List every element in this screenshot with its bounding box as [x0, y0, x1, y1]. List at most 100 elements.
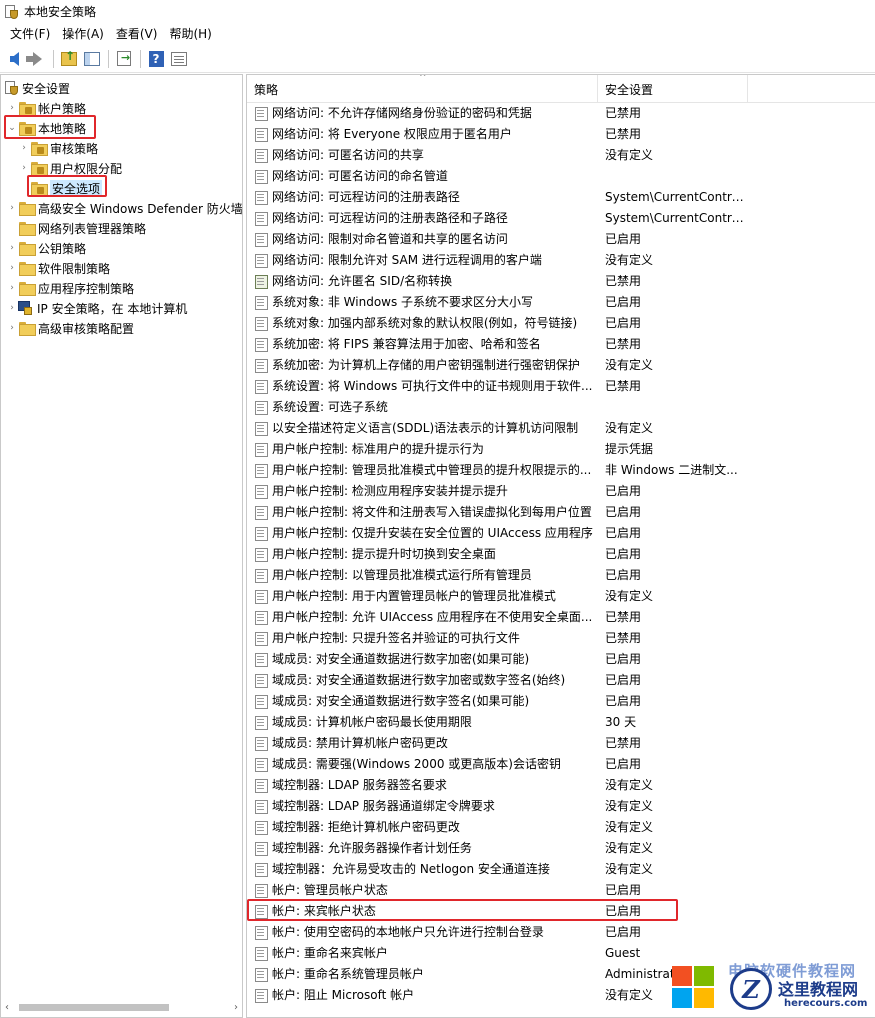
expand-arrow-icon[interactable]: ›	[19, 158, 29, 178]
table-row[interactable]: 网络访问: 可匿名访问的命名管道	[247, 165, 875, 186]
tree-item-account-policies[interactable]: › 帐户策略	[7, 98, 86, 118]
menu-action[interactable]: 操作(A)	[56, 23, 110, 45]
column-header-policy[interactable]: ^ 策略	[247, 75, 598, 103]
tree-item-security-options[interactable]: 安全选项	[19, 178, 103, 198]
table-row[interactable]: 用户帐户控制: 提示提升时切换到安全桌面 已启用	[247, 543, 875, 564]
table-row[interactable]: 域控制器：允许易受攻击的 Netlogon 安全通道连接 没有定义	[247, 858, 875, 879]
policy-setting-icon	[255, 736, 269, 751]
policy-name: 系统对象: 非 Windows 子系统不要求区分大小写	[272, 295, 534, 309]
table-row[interactable]: 域控制器: 拒绝计算机帐户密码更改 没有定义	[247, 816, 875, 837]
tree-item-advanced-audit-policy[interactable]: › 高级审核策略配置	[7, 318, 134, 338]
tree-item-label: 网络列表管理器策略	[38, 221, 147, 236]
policy-security-setting: 没有定义	[605, 589, 654, 603]
table-row[interactable]: 系统设置: 可选子系统	[247, 396, 875, 417]
column-header-security-setting[interactable]: 安全设置	[598, 75, 748, 103]
table-row[interactable]: 域成员: 对安全通道数据进行数字签名(如果可能) 已启用	[247, 690, 875, 711]
table-row[interactable]: 用户帐户控制: 将文件和注册表写入错误虚拟化到每用户位置 已启用	[247, 501, 875, 522]
table-row[interactable]: 域控制器: LDAP 服务器签名要求 没有定义	[247, 774, 875, 795]
table-row[interactable]: 用户帐户控制: 允许 UIAccess 应用程序在不使用安全桌面... 已禁用	[247, 606, 875, 627]
table-row[interactable]: 以安全描述符定义语言(SDDL)语法表示的计算机访问限制 没有定义	[247, 417, 875, 438]
tree-item-software-restriction[interactable]: › 软件限制策略	[7, 258, 110, 278]
tree-item-application-control[interactable]: › 应用程序控制策略	[7, 278, 134, 298]
policy-name: 域成员: 计算机帐户密码最长使用期限	[272, 715, 472, 729]
table-row[interactable]: 用户帐户控制: 只提升签名并验证的可执行文件 已禁用	[247, 627, 875, 648]
table-row[interactable]: 帐户: 管理员帐户状态 已启用	[247, 879, 875, 900]
expand-arrow-icon[interactable]: ›	[7, 318, 17, 338]
up-one-level-button[interactable]	[58, 48, 80, 70]
expand-arrow-icon[interactable]: ›	[7, 238, 17, 258]
menu-view[interactable]: 查看(V)	[110, 23, 164, 45]
properties-button[interactable]	[168, 48, 190, 70]
table-row[interactable]: 系统对象: 非 Windows 子系统不要求区分大小写 已启用	[247, 291, 875, 312]
tree-item-label: 高级审核策略配置	[38, 321, 135, 336]
tree-root-security-settings[interactable]: 安全设置	[3, 78, 70, 98]
table-row[interactable]: 用户帐户控制: 检测应用程序安装并提示提升 已启用	[247, 480, 875, 501]
table-row[interactable]: 帐户: 阻止 Microsoft 帐户 没有定义	[247, 984, 875, 1005]
policy-name: 用户帐户控制: 允许 UIAccess 应用程序在不使用安全桌面...	[272, 610, 593, 624]
tree-item-public-key-policies[interactable]: › 公钥策略	[7, 238, 86, 258]
table-row[interactable]: 网络访问: 限制允许对 SAM 进行远程调用的客户端 没有定义	[247, 249, 875, 270]
table-row[interactable]: 用户帐户控制: 管理员批准模式中管理员的提升权限提示的... 非 Windows …	[247, 459, 875, 480]
table-row[interactable]: 网络访问: 可远程访问的注册表路径和子路径 System\CurrentContr…	[247, 207, 875, 228]
table-row[interactable]: 用户帐户控制: 以管理员批准模式运行所有管理员 已启用	[247, 564, 875, 585]
policy-security-setting: 没有定义	[605, 862, 654, 876]
policy-setting-icon	[255, 316, 269, 331]
policy-security-setting: 已启用	[605, 484, 642, 498]
expand-arrow-icon[interactable]: ›	[19, 138, 29, 158]
table-row[interactable]: 用户帐户控制: 仅提升安装在安全位置的 UIAccess 应用程序 已启用	[247, 522, 875, 543]
table-row[interactable]: 帐户: 重命名来宾帐户 Guest	[247, 942, 875, 963]
collapse-arrow-icon[interactable]: ⌄	[7, 118, 17, 138]
expand-arrow-icon[interactable]: ›	[7, 278, 17, 298]
table-row[interactable]: 帐户: 来宾帐户状态 已启用	[247, 900, 875, 921]
table-row[interactable]: 网络访问: 允许匿名 SID/名称转换 已禁用	[247, 270, 875, 291]
toolbar-separator	[140, 49, 141, 68]
table-row[interactable]: 帐户: 使用空密码的本地帐户只允许进行控制台登录 已启用	[247, 921, 875, 942]
tree-item-local-policies[interactable]: ⌄ 本地策略	[7, 118, 86, 138]
table-row[interactable]: 系统加密: 将 FIPS 兼容算法用于加密、哈希和签名 已禁用	[247, 333, 875, 354]
tree-item-ip-security-policies[interactable]: › IP 安全策略，在 本地计算机	[7, 298, 187, 318]
table-row[interactable]: 网络访问: 可远程访问的注册表路径 System\CurrentContro...	[247, 186, 875, 207]
tree-item-network-list-manager[interactable]: 网络列表管理器策略	[7, 218, 146, 238]
table-row[interactable]: 域成员: 禁用计算机帐户密码更改 已禁用	[247, 732, 875, 753]
policy-name: 网络访问: 将 Everyone 权限应用于匿名用户	[272, 127, 512, 141]
expand-arrow-icon[interactable]: ›	[7, 98, 17, 118]
expand-arrow-icon[interactable]: ›	[7, 258, 17, 278]
tree-item-user-rights-assignment[interactable]: › 用户权限分配	[19, 158, 122, 178]
scrollbar-thumb[interactable]	[19, 1004, 169, 1011]
menu-file[interactable]: 文件(F)	[4, 23, 56, 45]
table-row[interactable]: 域成员: 计算机帐户密码最长使用期限 30 天	[247, 711, 875, 732]
table-row[interactable]: 域控制器: 允许服务器操作者计划任务 没有定义	[247, 837, 875, 858]
menu-help[interactable]: 帮助(H)	[163, 23, 217, 45]
table-row[interactable]: 网络访问: 将 Everyone 权限应用于匿名用户 已禁用	[247, 123, 875, 144]
table-row[interactable]: 域成员: 对安全通道数据进行数字加密(如果可能) 已启用	[247, 648, 875, 669]
export-list-button[interactable]	[113, 48, 135, 70]
table-row[interactable]: 系统对象: 加强内部系统对象的默认权限(例如，符号链接) 已启用	[247, 312, 875, 333]
back-button[interactable]	[3, 48, 25, 70]
forward-button[interactable]	[25, 48, 48, 70]
table-row[interactable]: 系统设置: 将 Windows 可执行文件中的证书规则用于软件... 已禁用	[247, 375, 875, 396]
tree-item-audit-policy[interactable]: › 审核策略	[19, 138, 98, 158]
policy-setting-icon	[255, 106, 269, 121]
tree-horizontal-scrollbar[interactable]: ‹ ›	[2, 999, 241, 1016]
table-row[interactable]: 域控制器: LDAP 服务器通道绑定令牌要求 没有定义	[247, 795, 875, 816]
table-row[interactable]: 域成员: 对安全通道数据进行数字加密或数字签名(始终) 已启用	[247, 669, 875, 690]
expand-arrow-icon[interactable]: ›	[7, 298, 17, 318]
scroll-right-icon[interactable]: ›	[234, 1002, 238, 1013]
table-row[interactable]: 网络访问: 可匿名访问的共享 没有定义	[247, 144, 875, 165]
policy-name: 系统加密: 将 FIPS 兼容算法用于加密、哈希和签名	[272, 337, 541, 351]
scroll-left-icon[interactable]: ‹	[5, 1002, 9, 1013]
help-button[interactable]: ?	[145, 48, 167, 70]
table-row[interactable]: 网络访问: 限制对命名管道和共享的匿名访问 已启用	[247, 228, 875, 249]
tree-item-windows-defender-firewall[interactable]: › 高级安全 Windows Defender 防火墙	[7, 198, 242, 218]
table-row[interactable]: 系统加密: 为计算机上存储的用户密钥强制进行强密钥保护 没有定义	[247, 354, 875, 375]
policy-security-setting: 已启用	[605, 757, 642, 771]
table-row[interactable]: 用户帐户控制: 用于内置管理员帐户的管理员批准模式 没有定义	[247, 585, 875, 606]
table-row[interactable]: 用户帐户控制: 标准用户的提升提示行为 提示凭据	[247, 438, 875, 459]
expand-arrow-icon[interactable]: ›	[7, 198, 17, 218]
table-row[interactable]: 网络访问: 不允许存储网络身份验证的密码和凭据 已禁用	[247, 102, 875, 123]
policy-name: 系统设置: 可选子系统	[272, 400, 388, 414]
table-row[interactable]: 域成员: 需要强(Windows 2000 或更高版本)会话密钥 已启用	[247, 753, 875, 774]
table-row[interactable]: 帐户: 重命名系统管理员帐户 Administrat	[247, 963, 875, 984]
policy-name: 网络访问: 可匿名访问的共享	[272, 148, 424, 162]
show-hide-tree-button[interactable]	[81, 48, 103, 70]
